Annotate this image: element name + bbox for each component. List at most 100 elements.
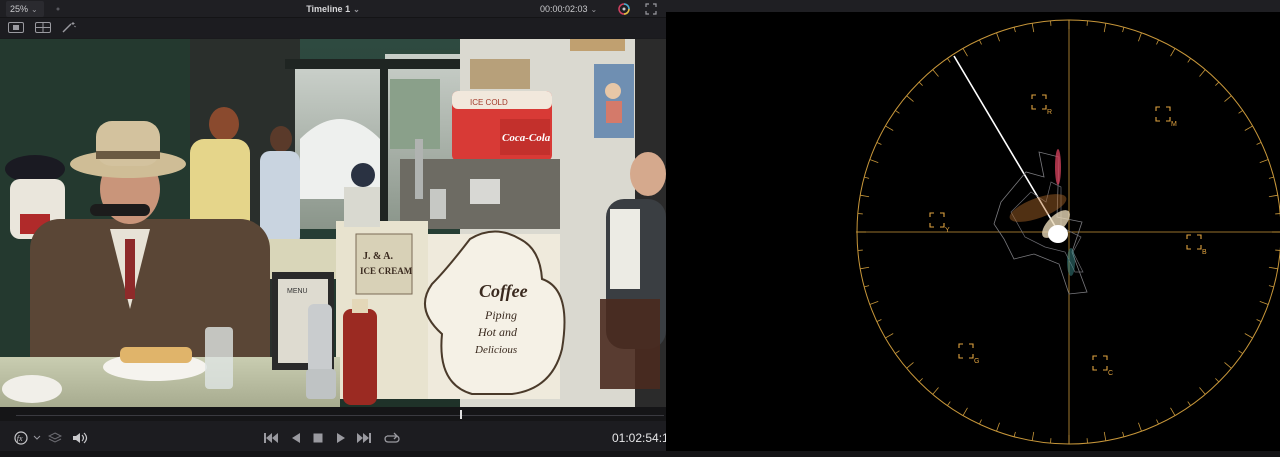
- source-timecode-dropdown[interactable]: 00:00:02:03 ⌄: [540, 0, 597, 18]
- target-r: R: [1031, 94, 1052, 116]
- graticule-tick: [1224, 362, 1232, 369]
- graticule-tick: [1199, 69, 1206, 77]
- graticule-tick: [1170, 407, 1176, 416]
- target-label: G: [974, 358, 979, 365]
- vectorscope: R M B C G Y: [856, 19, 1280, 445]
- coffee-sign-line2: Piping: [484, 308, 517, 322]
- graticule-tick: [979, 39, 982, 45]
- menu-card-title: MENU: [287, 288, 308, 295]
- graticule-tick: [1256, 142, 1262, 145]
- svg-text:fx: fx: [17, 434, 23, 443]
- vectorscope-panel: R M B C G Y: [666, 12, 1280, 457]
- fullscreen-icon[interactable]: [645, 3, 657, 15]
- graticule-tick: [1199, 387, 1206, 395]
- scrubber-track[interactable]: [16, 415, 664, 416]
- target-label: B: [1202, 249, 1207, 256]
- vectorscope-targets: R M B C G Y: [929, 94, 1207, 377]
- single-viewer-icon[interactable]: [8, 22, 24, 33]
- video-frame[interactable]: ICE COLD Coca-Cola J. & A. ICE CREAM Cof…: [0, 39, 666, 407]
- target-label: C: [1108, 370, 1113, 377]
- video-frame-image: ICE COLD Coca-Cola J. & A. ICE CREAM Cof…: [0, 39, 666, 407]
- graticule-tick: [1259, 301, 1269, 305]
- graticule-tick: [1268, 285, 1274, 288]
- graticule-tick: [864, 176, 870, 179]
- magic-wand-icon[interactable]: [62, 22, 76, 33]
- graticule-tick: [860, 194, 870, 198]
- graticule-tick: [876, 142, 882, 145]
- graticule-tick: [1259, 159, 1269, 163]
- vectorscope-trace: [993, 149, 1088, 295]
- speaker-icon[interactable]: [72, 431, 88, 445]
- graticule-tick: [1256, 319, 1262, 322]
- skip-to-start-icon[interactable]: [263, 431, 279, 445]
- graticule-tick: [869, 301, 879, 305]
- layers-icon[interactable]: [48, 431, 62, 445]
- graticule-tick: [1170, 48, 1176, 57]
- graticule-tick: [1122, 27, 1125, 33]
- graticule-tick: [1268, 194, 1278, 198]
- graticule-tick: [1244, 125, 1253, 131]
- coffee-sign-line1: Coffee: [479, 281, 528, 301]
- coca-cola-logo: Coca-Cola: [502, 132, 551, 144]
- graticule-tick: [932, 69, 939, 77]
- scrubber-bar[interactable]: [0, 407, 666, 421]
- graticule-tick: [860, 266, 870, 270]
- graticule-tick: [1187, 401, 1191, 406]
- graticule-tick: [1103, 431, 1107, 441]
- color-wheel-icon[interactable]: [618, 3, 630, 15]
- graticule-tick: [996, 422, 1000, 432]
- play-icon[interactable]: [335, 431, 347, 445]
- graticule-tick: [1031, 431, 1035, 441]
- graticule-tick: [895, 110, 900, 114]
- graticule-tick: [1013, 431, 1016, 437]
- graticule-tick: [1031, 23, 1035, 33]
- graticule-tick: [1238, 110, 1243, 114]
- target-c: C: [1092, 355, 1113, 377]
- graticule-tick: [1013, 27, 1016, 33]
- play-reverse-icon[interactable]: [290, 431, 302, 445]
- target-label: M: [1171, 121, 1177, 128]
- coffee-sign-line4: Delicious: [474, 344, 517, 356]
- graticule-tick: [962, 48, 968, 57]
- skip-to-end-icon[interactable]: [356, 431, 372, 445]
- graticule-tick: [1187, 58, 1191, 63]
- graticule-tick: [885, 333, 894, 339]
- counter-sign-line2: ICE CREAM: [360, 266, 413, 276]
- soda-header-text: ICE COLD: [470, 98, 508, 107]
- timeline-name: Timeline 1: [306, 4, 351, 14]
- graticule-tick: [932, 387, 939, 395]
- playhead[interactable]: [459, 410, 462, 419]
- graticule-tick: [1138, 422, 1142, 432]
- graticule-tick: [1238, 350, 1243, 354]
- graticule-tick: [864, 285, 870, 288]
- graticule-tick: [918, 378, 923, 383]
- graticule-tick: [1156, 419, 1159, 425]
- graticule-tick: [1138, 32, 1142, 42]
- target-label: R: [1047, 109, 1052, 116]
- graticule-tick: [1215, 81, 1220, 86]
- graticule-tick: [1122, 431, 1125, 437]
- graticule-tick: [869, 159, 879, 163]
- graticule-tick: [1224, 95, 1232, 102]
- fx-icon[interactable]: fx: [14, 431, 44, 445]
- graticule-tick: [918, 81, 923, 86]
- loop-icon[interactable]: [384, 431, 400, 445]
- graticule-tick: [1156, 39, 1159, 45]
- graticule-tick: [1268, 266, 1278, 270]
- graticule-tick: [1103, 23, 1107, 33]
- graticule-tick: [885, 125, 894, 131]
- record-timecode: 01:02:54:1: [612, 431, 669, 445]
- chevron-down-icon: ⌄: [353, 5, 360, 14]
- graticule-tick: [979, 419, 982, 425]
- split-viewer-icon[interactable]: [35, 22, 51, 33]
- graticule-tick: [906, 362, 914, 369]
- target-label: Y: [945, 227, 950, 234]
- target-y: Y: [929, 212, 950, 234]
- graticule-tick: [895, 350, 900, 354]
- viewer-panel: 25% ⌄ Timeline 1 ⌄ 00:00:02:03 ⌄ ICE COL…: [0, 0, 669, 457]
- viewer-header: 25% ⌄ Timeline 1 ⌄ 00:00:02:03 ⌄: [0, 0, 666, 18]
- counter-sign-line1: J. & A.: [363, 251, 394, 262]
- stop-icon[interactable]: [312, 431, 324, 445]
- graticule-tick: [1268, 176, 1274, 179]
- graticule-tick: [906, 95, 914, 102]
